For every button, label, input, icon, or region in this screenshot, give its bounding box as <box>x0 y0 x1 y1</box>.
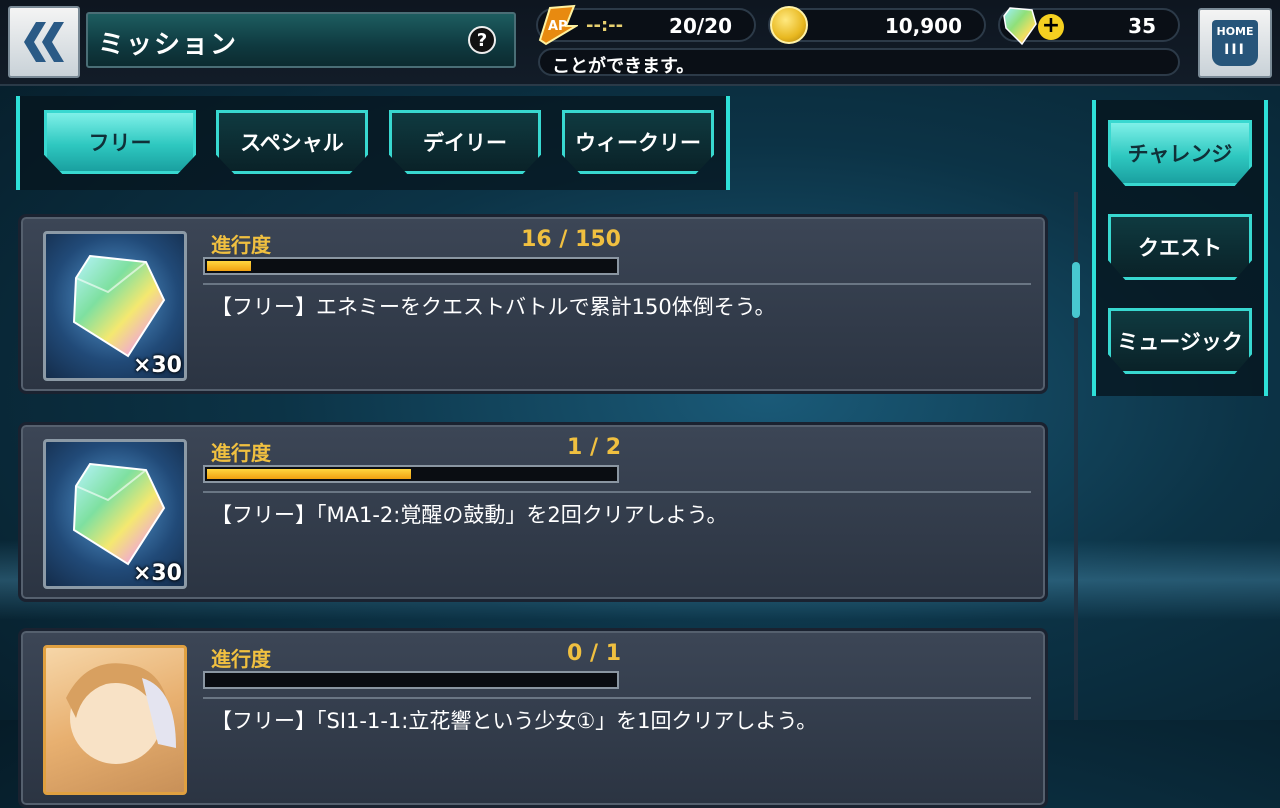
progress-count: 16 / 150 <box>521 227 621 252</box>
gem-value: 35 <box>1128 14 1156 38</box>
side-item-challenge[interactable]: チャレンジ <box>1108 120 1252 186</box>
add-gems-button[interactable]: + <box>1038 14 1064 40</box>
coin-icon <box>770 6 808 44</box>
page-title: ミッション <box>98 30 239 60</box>
home-icon: HOME III <box>1212 20 1258 66</box>
back-button[interactable] <box>8 6 80 78</box>
divider <box>203 491 1031 493</box>
progress-bar-fill <box>207 469 411 479</box>
tab-daily[interactable]: デイリー <box>389 110 541 174</box>
mission-card[interactable]: ×30 進行度 16 / 150 【フリー】エネミーをクエストバトルで累計150… <box>18 214 1048 394</box>
help-button[interactable]: ? <box>468 26 496 54</box>
reward-slot <box>43 645 187 795</box>
character-card-icon <box>66 663 176 764</box>
divider <box>203 697 1031 699</box>
title-plate: ミッション ? <box>86 12 516 68</box>
mission-description: 【フリー】「SI1-1-1:立花響という少女①」を1回クリアしよう。 <box>211 709 818 733</box>
reward-slot: ×30 <box>43 439 187 589</box>
tab-free[interactable]: フリー <box>44 110 196 174</box>
news-ticker: ことができます。 <box>538 48 1180 76</box>
mission-card[interactable]: ×30 進行度 1 / 2 【フリー】「MA1-2:覚醒の鼓動」を2回クリアしよ… <box>18 422 1048 602</box>
progress-count: 0 / 1 <box>567 641 621 666</box>
coin-counter: 10,900 <box>768 6 986 44</box>
progress-bar <box>203 465 619 483</box>
gem-icon <box>1003 7 1037 46</box>
reward-quantity: ×30 <box>132 353 182 378</box>
coin-value: 10,900 <box>884 14 962 38</box>
side-item-quest[interactable]: クエスト <box>1108 214 1252 280</box>
reward-slot: ×30 <box>43 231 187 381</box>
progress-bar-fill <box>207 261 251 271</box>
svg-text:AP: AP <box>548 19 568 34</box>
ticker-text: ことができます。 <box>552 56 695 76</box>
reward-quantity: ×30 <box>132 561 182 586</box>
side-item-music[interactable]: ミュージック <box>1108 308 1252 374</box>
top-bar: ミッション ? AP --:-- 20/20 10,900 + 35 ことができ… <box>0 0 1280 86</box>
tab-weekly[interactable]: ウィークリー <box>562 110 714 174</box>
gem-counter: + 35 <box>998 7 1180 46</box>
progress-bar <box>203 257 619 275</box>
home-label: HOME <box>1216 25 1254 38</box>
progress-label: 進行度 <box>211 647 271 671</box>
home-bars: III <box>1224 42 1246 58</box>
home-button[interactable]: HOME III <box>1198 8 1272 78</box>
tab-special[interactable]: スペシャル <box>216 110 368 174</box>
double-chevron-left-icon <box>24 22 64 62</box>
scrollbar-thumb[interactable] <box>1072 262 1080 318</box>
divider <box>203 283 1031 285</box>
ap-icon: AP <box>538 4 578 46</box>
progress-label: 進行度 <box>211 441 271 465</box>
ap-counter: AP --:-- 20/20 <box>536 4 756 46</box>
mission-description: 【フリー】「MA1-2:覚醒の鼓動」を2回クリアしよう。 <box>211 503 728 527</box>
gem-icon <box>72 462 166 566</box>
mission-card[interactable]: 進行度 0 / 1 【フリー】「SI1-1-1:立花響という少女①」を1回クリア… <box>18 628 1048 808</box>
progress-bar <box>203 671 619 689</box>
ap-timer: --:-- <box>586 15 624 36</box>
ap-value: 20/20 <box>669 14 732 38</box>
progress-label: 進行度 <box>211 233 271 257</box>
mission-description: 【フリー】エネミーをクエストバトルで累計150体倒そう。 <box>211 295 776 319</box>
progress-count: 1 / 2 <box>567 435 621 460</box>
gem-icon <box>72 254 166 358</box>
